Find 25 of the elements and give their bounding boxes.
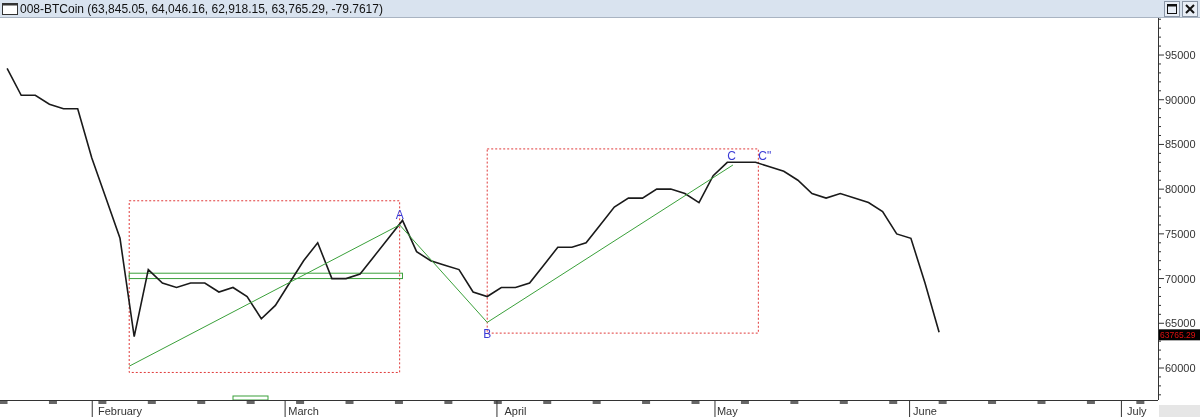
axis-label: 95000 bbox=[1165, 49, 1196, 61]
axis-label: March bbox=[288, 405, 319, 417]
range-marker bbox=[232, 395, 269, 401]
wave-label: B bbox=[483, 327, 492, 342]
axis-label: July bbox=[1127, 405, 1147, 417]
axis-label: 75000 bbox=[1165, 227, 1196, 240]
close-button[interactable] bbox=[1182, 0, 1198, 17]
axis-label: February bbox=[98, 405, 143, 417]
wave-label: A bbox=[395, 207, 404, 222]
axis-label: 80000 bbox=[1165, 183, 1196, 196]
axis-label: May bbox=[716, 405, 738, 417]
maximize-button[interactable] bbox=[1164, 0, 1180, 17]
corner-block bbox=[1159, 405, 1200, 417]
axis-label: June bbox=[913, 405, 937, 417]
axis-label: 65000 bbox=[1165, 317, 1196, 330]
window-icon bbox=[2, 2, 18, 15]
window-title: 008-BTCoin (63,845.05, 64,046.16, 62,918.15, 63,765.29, -79.7617) bbox=[20, 1, 384, 16]
wave-label: C bbox=[727, 148, 736, 163]
axis-label: 60000 bbox=[1165, 362, 1196, 374]
axis-label: 70000 bbox=[1165, 272, 1196, 285]
axis-label: 85000 bbox=[1165, 138, 1196, 151]
axis-label: 90000 bbox=[1165, 93, 1196, 106]
axis-label: April bbox=[504, 405, 527, 417]
wave-label: C" bbox=[758, 148, 772, 163]
price-tag: 63765.29 bbox=[1159, 329, 1200, 341]
